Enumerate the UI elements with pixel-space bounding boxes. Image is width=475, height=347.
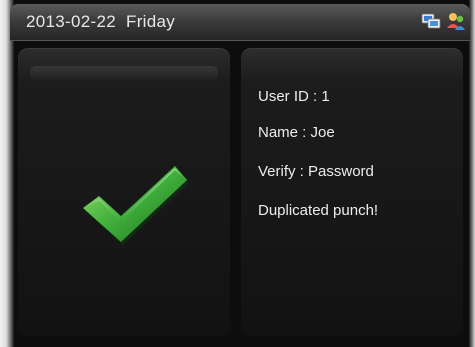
- status-bar: 2013-02-22 Friday: [10, 4, 470, 41]
- checkmark-icon: [81, 160, 189, 248]
- device-screen: 2013-02-22 Friday User ID: 1 Name: Joe…: [0, 0, 475, 347]
- punch-status-message: Duplicated punch!: [258, 202, 379, 219]
- panel-gloss: [30, 66, 218, 80]
- network-icon: [421, 11, 441, 31]
- status-icons: [421, 11, 466, 31]
- date-label: 2013-02-22 Friday: [26, 12, 176, 31]
- user-name-label: Name : Joe: [258, 124, 335, 141]
- user-id-label: User ID : 1: [258, 88, 330, 105]
- verify-method-label: Verify : Password: [258, 163, 374, 180]
- user-info-panel: User ID : 1 Name : Joe Verify : Password…: [241, 48, 463, 336]
- right-bezel: [469, 0, 475, 347]
- verification-result-panel: [18, 48, 230, 336]
- left-bezel: [0, 0, 14, 347]
- user-icon: [446, 11, 466, 31]
